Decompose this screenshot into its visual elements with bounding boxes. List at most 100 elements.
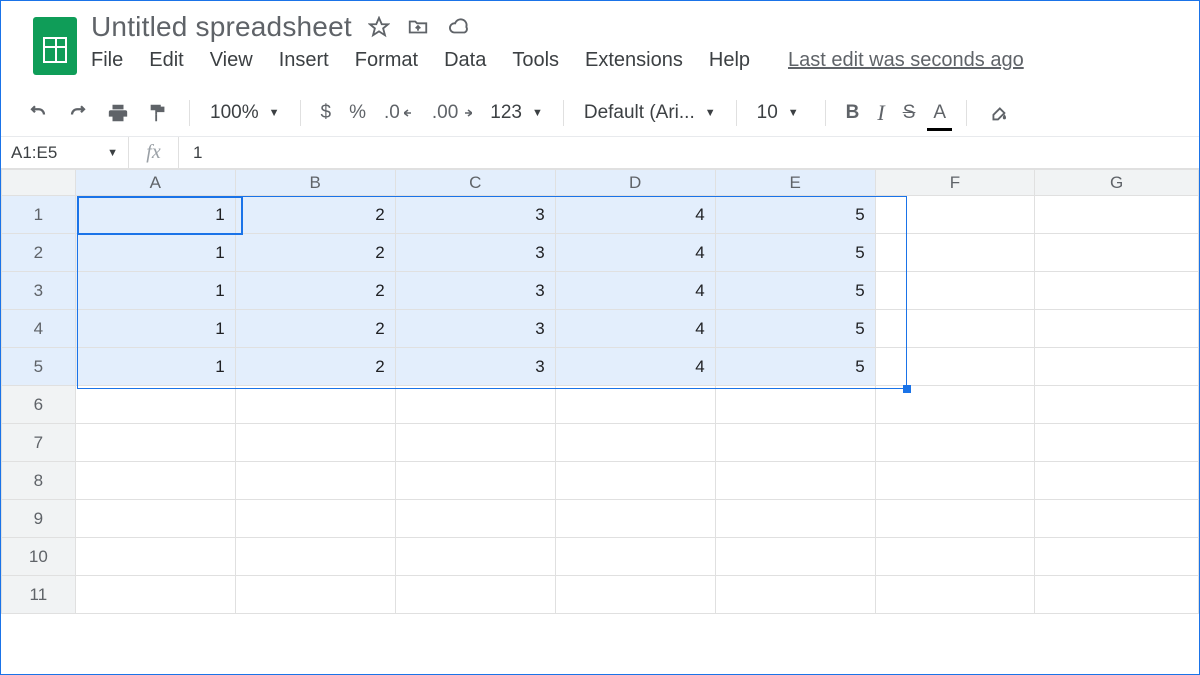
column-header-G[interactable]: G bbox=[1035, 170, 1199, 196]
fill-handle[interactable] bbox=[903, 385, 911, 393]
cell-D10[interactable] bbox=[555, 538, 715, 576]
decrease-decimal-button[interactable]: .0 bbox=[378, 98, 420, 128]
cell-F10[interactable] bbox=[875, 538, 1035, 576]
cell-E4[interactable]: 5 bbox=[715, 310, 875, 348]
cell-E10[interactable] bbox=[715, 538, 875, 576]
cell-E11[interactable] bbox=[715, 576, 875, 614]
cell-A5[interactable]: 1 bbox=[75, 348, 235, 386]
cell-B3[interactable]: 2 bbox=[235, 272, 395, 310]
cell-F2[interactable] bbox=[875, 234, 1035, 272]
row-header-3[interactable]: 3 bbox=[2, 272, 76, 310]
undo-button[interactable] bbox=[21, 100, 55, 126]
strikethrough-button[interactable]: S bbox=[897, 98, 922, 128]
column-header-F[interactable]: F bbox=[875, 170, 1035, 196]
menu-view[interactable]: View bbox=[210, 49, 253, 72]
cell-A10[interactable] bbox=[75, 538, 235, 576]
cell-G11[interactable] bbox=[1035, 576, 1199, 614]
row-header-1[interactable]: 1 bbox=[2, 196, 76, 234]
cell-C5[interactable]: 3 bbox=[395, 348, 555, 386]
row-header-5[interactable]: 5 bbox=[2, 348, 76, 386]
cell-B4[interactable]: 2 bbox=[235, 310, 395, 348]
redo-button[interactable] bbox=[61, 100, 95, 126]
row-header-8[interactable]: 8 bbox=[2, 462, 76, 500]
cell-F1[interactable] bbox=[875, 196, 1035, 234]
cell-D9[interactable] bbox=[555, 500, 715, 538]
paint-format-button[interactable] bbox=[141, 98, 175, 128]
cell-F5[interactable] bbox=[875, 348, 1035, 386]
cell-C2[interactable]: 3 bbox=[395, 234, 555, 272]
cell-E7[interactable] bbox=[715, 424, 875, 462]
cell-C10[interactable] bbox=[395, 538, 555, 576]
menu-edit[interactable]: Edit bbox=[149, 49, 183, 72]
text-color-button[interactable]: A bbox=[927, 98, 952, 128]
italic-button[interactable]: I bbox=[871, 96, 890, 130]
cell-E8[interactable] bbox=[715, 462, 875, 500]
row-header-10[interactable]: 10 bbox=[2, 538, 76, 576]
cell-F6[interactable] bbox=[875, 386, 1035, 424]
doc-title[interactable]: Untitled spreadsheet bbox=[91, 11, 352, 43]
cell-C8[interactable] bbox=[395, 462, 555, 500]
cell-A3[interactable]: 1 bbox=[75, 272, 235, 310]
cell-G1[interactable] bbox=[1035, 196, 1199, 234]
cell-B9[interactable] bbox=[235, 500, 395, 538]
column-header-A[interactable]: A bbox=[75, 170, 235, 196]
cell-F4[interactable] bbox=[875, 310, 1035, 348]
cell-D4[interactable]: 4 bbox=[555, 310, 715, 348]
cell-D2[interactable]: 4 bbox=[555, 234, 715, 272]
cell-C6[interactable] bbox=[395, 386, 555, 424]
menu-extensions[interactable]: Extensions bbox=[585, 49, 683, 72]
row-header-4[interactable]: 4 bbox=[2, 310, 76, 348]
cell-E5[interactable]: 5 bbox=[715, 348, 875, 386]
cell-G7[interactable] bbox=[1035, 424, 1199, 462]
cell-A4[interactable]: 1 bbox=[75, 310, 235, 348]
cell-C9[interactable] bbox=[395, 500, 555, 538]
cell-A1[interactable]: 1 bbox=[75, 196, 235, 234]
cell-B2[interactable]: 2 bbox=[235, 234, 395, 272]
cell-A8[interactable] bbox=[75, 462, 235, 500]
cell-G9[interactable] bbox=[1035, 500, 1199, 538]
cell-D3[interactable]: 4 bbox=[555, 272, 715, 310]
cell-B7[interactable] bbox=[235, 424, 395, 462]
cell-B6[interactable] bbox=[235, 386, 395, 424]
cell-E6[interactable] bbox=[715, 386, 875, 424]
last-edit-link[interactable]: Last edit was seconds ago bbox=[788, 49, 1024, 72]
cell-A11[interactable] bbox=[75, 576, 235, 614]
fill-color-button[interactable] bbox=[981, 98, 1015, 128]
cell-G2[interactable] bbox=[1035, 234, 1199, 272]
move-icon[interactable] bbox=[406, 16, 430, 38]
cell-D5[interactable]: 4 bbox=[555, 348, 715, 386]
row-header-7[interactable]: 7 bbox=[2, 424, 76, 462]
cell-G6[interactable] bbox=[1035, 386, 1199, 424]
cell-D11[interactable] bbox=[555, 576, 715, 614]
cell-G10[interactable] bbox=[1035, 538, 1199, 576]
cell-C3[interactable]: 3 bbox=[395, 272, 555, 310]
cell-G3[interactable] bbox=[1035, 272, 1199, 310]
cell-G5[interactable] bbox=[1035, 348, 1199, 386]
cell-B8[interactable] bbox=[235, 462, 395, 500]
cell-E1[interactable]: 5 bbox=[715, 196, 875, 234]
menu-help[interactable]: Help bbox=[709, 49, 750, 72]
column-header-C[interactable]: C bbox=[395, 170, 555, 196]
cell-E3[interactable]: 5 bbox=[715, 272, 875, 310]
formula-input[interactable]: 1 bbox=[179, 137, 1199, 168]
cell-B11[interactable] bbox=[235, 576, 395, 614]
cell-A7[interactable] bbox=[75, 424, 235, 462]
cell-D6[interactable] bbox=[555, 386, 715, 424]
column-header-D[interactable]: D bbox=[555, 170, 715, 196]
row-header-2[interactable]: 2 bbox=[2, 234, 76, 272]
menu-tools[interactable]: Tools bbox=[512, 49, 559, 72]
cell-C7[interactable] bbox=[395, 424, 555, 462]
cell-B10[interactable] bbox=[235, 538, 395, 576]
name-box[interactable]: A1:E5 ▼ bbox=[1, 137, 129, 168]
row-header-9[interactable]: 9 bbox=[2, 500, 76, 538]
format-percent-button[interactable]: % bbox=[343, 98, 372, 128]
select-all-corner[interactable] bbox=[2, 170, 76, 196]
menu-insert[interactable]: Insert bbox=[279, 49, 329, 72]
font-size-select[interactable]: 10 ▼ bbox=[751, 98, 811, 128]
cell-E9[interactable] bbox=[715, 500, 875, 538]
cell-B1[interactable]: 2 bbox=[235, 196, 395, 234]
spreadsheet-grid[interactable]: A B C D E F G 1 1 2 3 4 5 2 1 2 3 4 5 3 … bbox=[1, 169, 1199, 614]
cell-G8[interactable] bbox=[1035, 462, 1199, 500]
row-header-11[interactable]: 11 bbox=[2, 576, 76, 614]
cell-C11[interactable] bbox=[395, 576, 555, 614]
